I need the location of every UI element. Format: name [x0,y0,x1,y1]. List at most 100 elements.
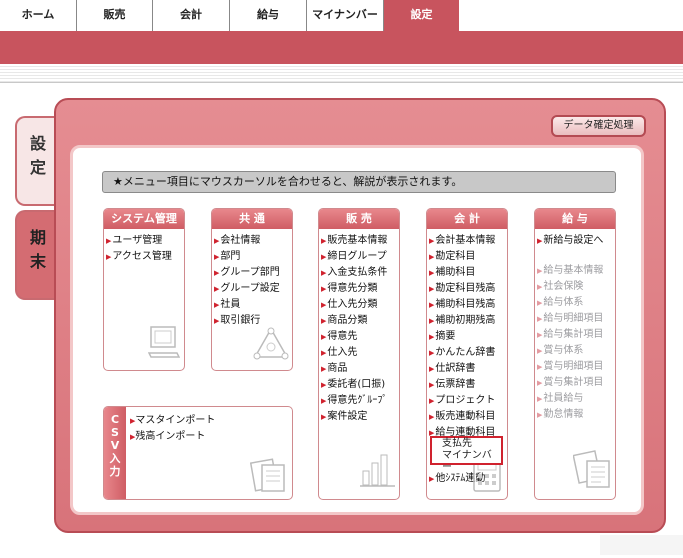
accounting-item[interactable]: ▶勘定科目残高 [429,281,507,297]
sales-item-label: 仕入先分類 [327,299,378,310]
accounting-item-label: 仕訳辞書 [435,363,476,374]
side-tab-settings[interactable]: 設 定 [15,116,59,206]
accounting-item[interactable]: ▶販売連動科目 [429,409,507,425]
tab-sales[interactable]: 販売 [77,0,153,31]
common-item-label: 取引銀行 [220,315,261,326]
accounting-item[interactable]: ▶摘要 [429,329,507,345]
payroll-item-label: 給与体系 [543,297,584,308]
payroll-item-label: 賞与明細項目 [543,361,604,372]
panel-csv-title: CSV入力 [104,407,126,499]
payroll-item[interactable]: ▶賞与集計項目 [537,375,615,391]
common-item[interactable]: ▶部門 [214,249,292,265]
payroll-item-label: 社会保険 [543,281,584,292]
arrow-icon: ▶ [429,475,435,483]
arrow-icon: ▶ [429,317,435,325]
arrow-icon: ▶ [106,253,112,261]
sales-item[interactable]: ▶入金支払条件 [321,265,399,281]
arrow-icon: ▶ [429,253,435,261]
panel-accounting-title: 会 計 [427,209,507,229]
accounting-item[interactable]: ▶勘定科目 [429,249,507,265]
accounting-item[interactable]: ▶会計基本情報 [429,233,507,249]
tab-home[interactable]: ホーム [0,0,77,31]
sales-item[interactable]: ▶得意先 [321,329,399,345]
panel-sales: 販 売 ▶販売基本情報 ▶締日グループ ▶入金支払条件 ▶得意先分類 ▶仕入先分類 ▶商品… [318,208,400,500]
panel-csv-import: CSV入力 ▶マスタインポート ▶残高インポート [103,406,293,500]
common-item-label: グループ部門 [220,267,280,278]
accounting-item[interactable]: ▶補助科目残高 [429,297,507,313]
payroll-item[interactable]: ▶給与集計項目 [537,327,615,343]
accounting-item[interactable]: ▶伝票辞書 [429,377,507,393]
sales-item-label: 得意先分類 [327,283,378,294]
common-item[interactable]: ▶社員 [214,297,292,313]
payroll-item[interactable]: ▶給与基本情報 [537,263,615,279]
payroll-item-label: 勤怠情報 [543,409,584,420]
sales-item[interactable]: ▶仕入先分類 [321,297,399,313]
arrow-icon: ▶ [321,285,327,293]
payroll-item[interactable]: ▶給与明細項目 [537,311,615,327]
bar-chart-icon [360,454,395,487]
sales-item-label: 得意先ｸﾞﾙｰﾌﾟ [327,395,388,406]
sales-item-label: 得意先 [327,331,358,342]
payroll-item[interactable]: ▶勤怠情報 [537,407,615,423]
side-tab-yearend-char1: 期 [29,228,46,247]
arrow-icon: ▶ [537,267,543,275]
tab-payroll[interactable]: 給与 [230,0,307,31]
payroll-item[interactable]: ▶社員給与 [537,391,615,407]
tab-settings[interactable]: 設定 [384,0,459,31]
accounting-item-label: かんたん辞書 [435,347,496,358]
sales-item[interactable]: ▶締日グループ [321,249,399,265]
panel-common: 共 通 ▶会社情報 ▶部門 ▶グループ部門 ▶グループ設定 ▶社員 ▶取引銀行 [211,208,293,371]
accounting-item[interactable]: ▶プロジェクト [429,393,507,409]
data-confirm-button[interactable]: データ確定処理 [551,115,646,137]
panel-system-list: ▶ユーザ管理 ▶アクセス管理 [104,229,184,265]
payroll-item[interactable]: ▶賞与明細項目 [537,359,615,375]
payroll-item[interactable]: ▶社会保険 [537,279,615,295]
arrow-icon: ▶ [537,315,543,323]
csv-item[interactable]: ▶マスタインポート [130,413,292,429]
sales-item[interactable]: ▶商品分類 [321,313,399,329]
payroll-item[interactable]: ▶給与体系 [537,295,615,311]
accounting-item-label: 伝票辞書 [435,379,476,390]
arrow-icon: ▶ [429,365,435,373]
arrow-icon: ▶ [321,349,327,357]
sales-item[interactable]: ▶販売基本情報 [321,233,399,249]
tab-mynumber[interactable]: マイナンバー [307,0,384,31]
sales-item[interactable]: ▶得意先分類 [321,281,399,297]
sales-item-label: 商品 [327,363,348,374]
csv-title-char: V [110,439,120,452]
common-item[interactable]: ▶グループ部門 [214,265,292,281]
system-item[interactable]: ▶アクセス管理 [106,249,184,265]
common-item[interactable]: ▶グループ設定 [214,281,292,297]
payroll-item-label: 社員給与 [543,393,584,404]
sales-item-label: 商品分類 [327,315,368,326]
sales-item[interactable]: ▶案件設定 [321,409,399,425]
accounting-item-label: 勘定科目 [435,251,476,262]
accounting-item[interactable]: ▶仕訳辞書 [429,361,507,377]
payroll-item[interactable]: ▶新給与設定へ [537,233,615,249]
arrow-icon: ▶ [321,253,327,261]
document-stack-icon [250,458,285,492]
sales-item[interactable]: ▶仕入先 [321,345,399,361]
sales-item[interactable]: ▶委託者(口振) [321,377,399,393]
payee-mynumber-menu-item[interactable]: 支払先 マイナンバー [430,436,503,473]
csv-item[interactable]: ▶残高インポート [130,429,292,445]
csv-item-label: 残高インポート [135,431,206,442]
sales-item[interactable]: ▶得意先ｸﾞﾙｰﾌﾟ [321,393,399,409]
arrow-icon: ▶ [429,237,435,245]
tab-accounting[interactable]: 会計 [153,0,230,31]
accounting-item[interactable]: ▶補助初期残高 [429,313,507,329]
header-divider [0,82,683,83]
arrow-icon: ▶ [321,317,327,325]
system-item[interactable]: ▶ユーザ管理 [106,233,184,249]
side-tab-yearend[interactable]: 期 末 [15,210,59,300]
arrow-icon: ▶ [214,253,220,261]
sales-item[interactable]: ▶商品 [321,361,399,377]
accounting-item[interactable]: ▶かんたん辞書 [429,345,507,361]
panel-common-list: ▶会社情報 ▶部門 ▶グループ部門 ▶グループ設定 ▶社員 ▶ 取引銀行 [212,229,292,329]
common-item[interactable]: ▶会社情報 [214,233,292,249]
payroll-item[interactable]: ▶賞与体系 [537,343,615,359]
window-resize-corner[interactable] [600,535,683,555]
common-item-label: 部門 [220,251,241,262]
accounting-item[interactable]: ▶補助科目 [429,265,507,281]
payroll-item-label: 給与基本情報 [543,265,604,276]
